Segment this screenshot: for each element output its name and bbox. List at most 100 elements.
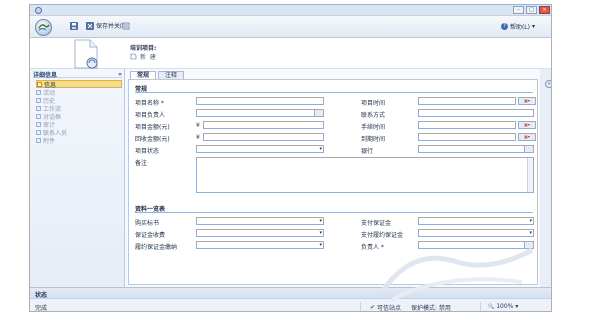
attachment-icon [36,137,41,143]
protected-mode-indicator: 保护模式: 禁用 [411,303,451,312]
side-pane-collapse-icon[interactable]: « [545,80,551,88]
app-icon [35,7,42,14]
guarantee-fee-select[interactable]: ▾ [196,229,324,237]
save-close-icon [86,21,94,30]
nav-title: 详细信息 [33,71,58,79]
project-status-select[interactable]: ▾ [196,145,324,153]
project-name-input[interactable] [196,97,324,105]
project-time-label: 项目时间 [361,100,386,107]
calendar-icon[interactable]: ▦▾ [518,97,536,105]
main-content: 常规 注释 常规 项目名称 * 项目负责人 项目金额(元) ¥ 回收金额(元) … [125,69,540,287]
activity-icon [36,89,41,95]
save-icon[interactable] [70,22,78,30]
bank-lookup[interactable] [418,145,534,153]
remark-textarea[interactable] [196,157,534,193]
nav-item-label: 附件 [43,137,56,145]
check-icon: ✔ [370,304,376,311]
lookup-icon[interactable] [524,146,533,152]
contact-method-input[interactable] [418,109,534,117]
bid-doc-select[interactable]: ▾ [196,217,324,225]
pay-performance-label: 支付履约保证金 [361,232,404,239]
zoom-icon: 🔍 [488,303,495,310]
zoom-control[interactable]: 🔍 100% ▾ [488,303,518,310]
performance-bond-label: 履约保证金缴纳 [135,244,178,251]
new-record-icon [130,53,137,60]
arrival-time-input[interactable] [418,133,516,141]
form-tabs: 常规 注释 [130,71,185,79]
received-amount-label: 回收金额(元) [135,136,170,143]
nav-header: 详细信息 « [33,71,122,79]
nav-item-attachments[interactable]: 附件 [36,136,122,145]
lookup-icon[interactable] [314,110,323,116]
status-text: 完成 [35,305,48,312]
pay-guarantee-select[interactable]: ▾ [418,217,534,225]
maximize-button[interactable]: □ [526,6,537,14]
pay-guarantee-label: 支付保证金 [361,220,392,227]
person-in-charge-label: 负责人 * [361,244,384,251]
project-amount-label: 项目金额(元) [135,124,170,131]
record-header: 培训项目: 新 建 [30,38,551,69]
entity-type-label: 培训项目: [130,45,157,52]
contact-icon [36,129,41,135]
entity-document-icon [74,39,98,69]
project-owner-lookup[interactable] [196,109,324,117]
arrival-time-label: 到期时间 [361,136,386,143]
trusted-site-indicator: ✔ 可信站点 [370,303,402,312]
section-divider [135,92,533,93]
form-footer: 状态 [30,287,551,299]
nav-collapse-icon[interactable]: « [118,71,122,78]
dropdown-arrow-icon: ▾ [319,146,322,152]
nav-list: 信息 活动 历史 工作流 对话框 审计 联系人员 附件 [36,80,122,145]
project-time-input[interactable] [418,97,516,105]
dropdown-arrow-icon: ▾ [529,218,532,224]
help-dropdown-icon: ▾ [531,23,535,30]
calendar-icon[interactable]: ▦▾ [518,133,536,141]
dropdown-arrow-icon: ▾ [319,218,322,224]
remark-scrollbar[interactable] [527,158,533,192]
crm-window: – □ × 保存并关闭 ? 帮助(L) ▾ 培训项目: 新 建 详细信息 « 信… [29,4,552,312]
performance-bond-select[interactable]: ▾ [196,241,324,249]
trusted-site-text: 可信站点 [377,305,402,312]
calendar-icon[interactable]: ▦▾ [518,121,536,129]
currency-symbol: ¥ [196,134,200,141]
bank-label: 银行 [361,148,374,155]
minimize-button[interactable]: – [513,6,524,14]
guarantee-fee-label: 保证金收费 [135,232,166,239]
pay-performance-select[interactable]: ▾ [418,229,534,237]
office-orb-button[interactable] [35,19,52,36]
workflow-icon [36,105,41,111]
help-menu[interactable]: ? 帮助(L) ▾ [500,22,535,31]
save-and-close-button[interactable]: 保存并关闭 [86,20,126,31]
zoom-level: 100% [496,303,514,310]
dropdown-arrow-icon: ▾ [319,242,322,248]
audit-icon [36,121,41,127]
record-form: 常规 项目名称 * 项目负责人 项目金额(元) ¥ 回收金额(元) ¥ 项目状态… [128,79,538,285]
dialog-icon [36,113,41,119]
protected-mode-text: 保护模式: 禁用 [411,305,451,312]
project-owner-label: 项目负责人 [135,112,166,119]
project-amount-input[interactable] [203,121,324,129]
contact-method-label: 联系方式 [361,112,386,119]
person-in-charge-lookup[interactable] [418,241,534,249]
lookup-icon[interactable] [524,242,533,248]
close-button[interactable]: × [539,6,550,14]
dropdown-arrow-icon: ▾ [529,230,532,236]
section-divider [135,212,533,213]
title-bar: – □ × [30,5,551,16]
history-icon [36,97,41,103]
status-separator [480,302,481,311]
dropdown-arrow-icon: ▾ [319,230,322,236]
project-name-label: 项目名称 * [135,100,164,107]
attach-icon[interactable] [122,22,130,30]
tab-general[interactable]: 常规 [130,71,157,79]
entity-name: 新 建 [130,52,157,61]
handling-time-label: 手续时间 [361,124,386,131]
window-controls: – □ × [513,6,550,14]
toolbar: 保存并关闭 ? 帮助(L) ▾ [30,16,551,38]
received-amount-input[interactable] [203,133,324,141]
left-navigation: 详细信息 « 信息 活动 历史 工作流 对话框 审计 联系人员 附件 [30,69,125,287]
handling-time-input[interactable] [418,121,516,129]
tab-notes[interactable]: 注释 [158,71,185,79]
browser-status-bar: 完成 ✔ 可信站点 保护模式: 禁用 🔍 100% ▾ [30,298,551,312]
orb-logo-icon [38,24,50,31]
